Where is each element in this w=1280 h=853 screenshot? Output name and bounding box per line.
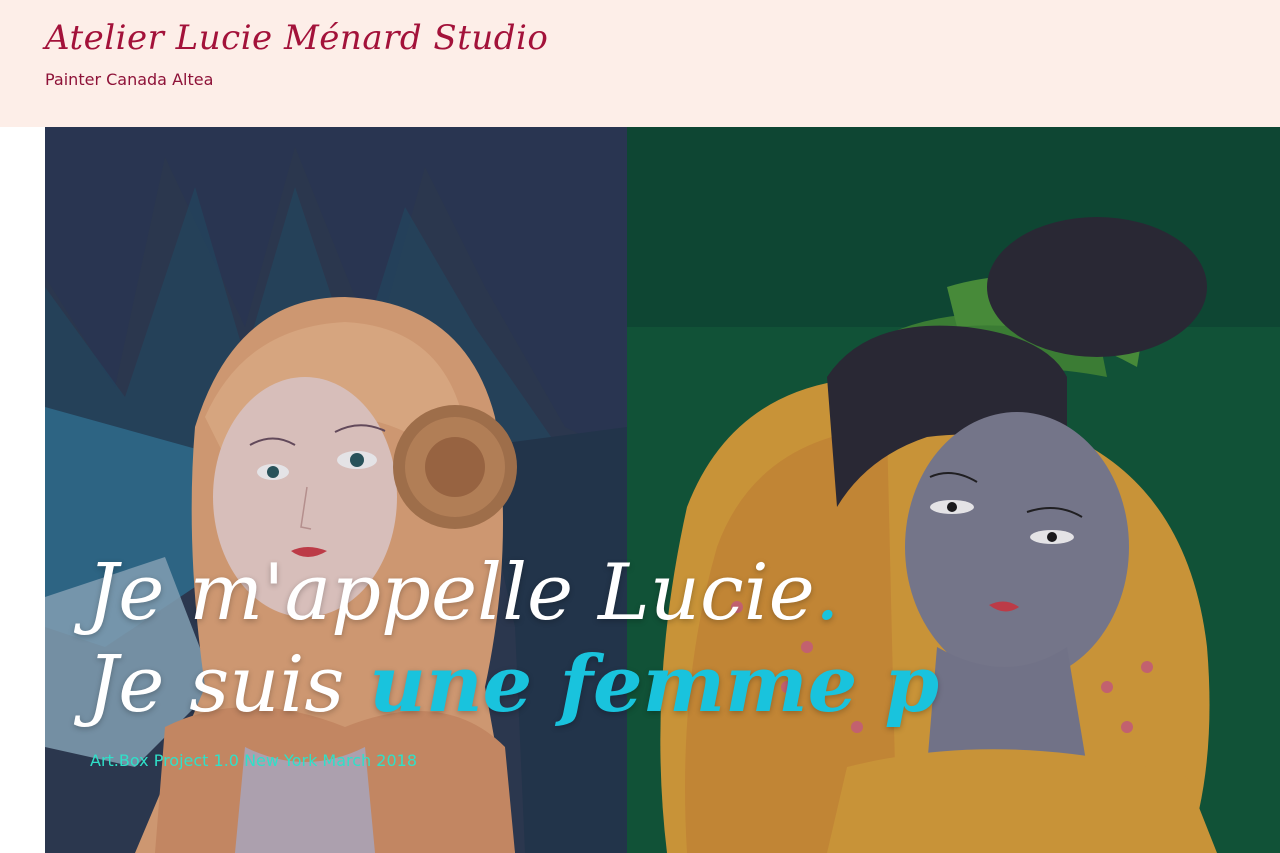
headline-line-2: Je suis une femme p [87, 639, 939, 731]
site-header: Atelier Lucie Ménard Studio Painter Cana… [0, 0, 1280, 127]
painting-dark-haired-woman [627, 127, 1280, 853]
painting-blonde-woman [45, 127, 627, 853]
headline-dot: . [814, 548, 840, 638]
headline-prefix-text: Je suis [87, 640, 370, 730]
hero-headline: Je m'appelle Lucie. Je suis une femme p [87, 547, 939, 731]
site-title[interactable]: Atelier Lucie Ménard Studio [45, 18, 548, 58]
site-tagline: Painter Canada Altea [45, 70, 214, 89]
headline-line-1: Je m'appelle Lucie. [87, 547, 939, 639]
hero-subtitle: Art.Box Project 1.0 New York March 2018 [90, 751, 417, 770]
headline-typed-text: une femme p [369, 639, 940, 730]
headline-name-text: Je m'appelle Lucie [87, 548, 815, 638]
hero-banner: Je m'appelle Lucie. Je suis une femme p … [45, 127, 1280, 853]
